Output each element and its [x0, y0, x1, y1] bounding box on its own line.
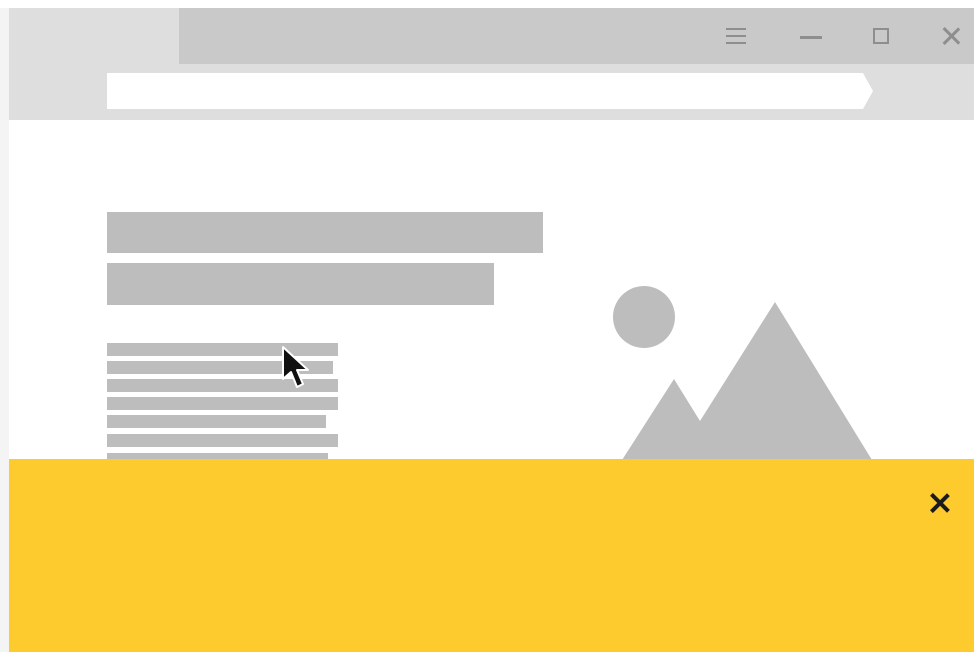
hamburger-menu-icon: [726, 27, 746, 45]
close-icon: [929, 493, 949, 513]
heading-placeholder-1: [107, 212, 543, 253]
browser-chrome: [9, 8, 974, 120]
minimize-icon: [800, 35, 822, 39]
maximize-button[interactable]: [863, 18, 899, 54]
page-left-edge: [0, 0, 9, 652]
close-button[interactable]: [933, 18, 969, 54]
menu-button[interactable]: [718, 18, 754, 54]
banner-close-button[interactable]: [925, 489, 953, 517]
text-line-placeholder: [107, 415, 326, 428]
title-bar[interactable]: [179, 8, 974, 64]
minimize-button[interactable]: [793, 18, 829, 54]
heading-placeholder-2: [107, 263, 494, 305]
address-bar[interactable]: [107, 73, 873, 109]
maximize-icon: [873, 28, 889, 44]
notification-banner: [9, 459, 974, 652]
landscape-image-icon: [600, 280, 872, 460]
page-top-edge: [0, 0, 974, 8]
address-bar-shape: [107, 73, 873, 109]
mouse-cursor-icon: [281, 345, 309, 391]
close-icon: [941, 26, 961, 46]
text-line-placeholder: [107, 434, 338, 447]
text-line-placeholder: [107, 397, 338, 410]
